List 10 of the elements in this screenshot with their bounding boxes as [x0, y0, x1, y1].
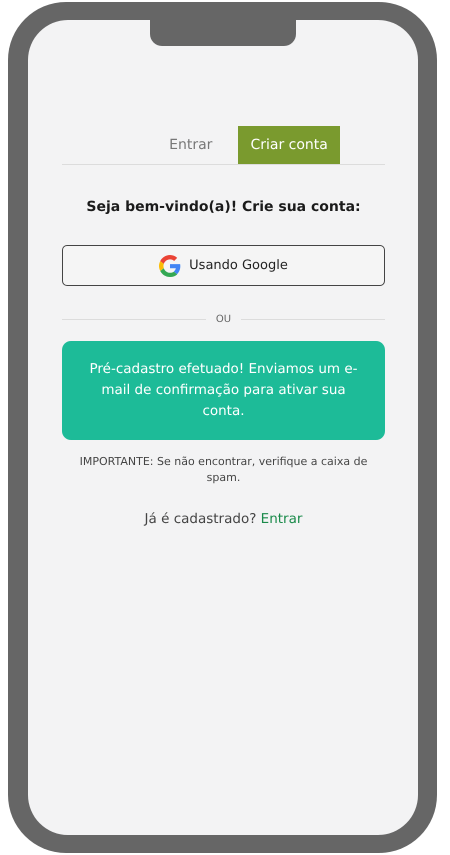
login-link[interactable]: Entrar — [260, 511, 302, 527]
tab[interactable]: Entrar — [147, 126, 234, 164]
google-icon — [159, 254, 182, 276]
google-button[interactable]: Usando Google — [62, 245, 385, 286]
spam-note: IMPORTANTE: Se não encontrar, verifique a caixa de spam. — [78, 454, 368, 486]
login-prompt: Já é cadastrado? Entrar — [142, 511, 304, 527]
tab[interactable]: Criar conta — [238, 126, 340, 164]
divider-label: OU — [216, 314, 232, 325]
heading: Seja bem-vindo(a)! Crie sua conta: — [85, 199, 362, 215]
success-alert: Pré-cadastro efetuado! Enviamos um e-mail de confirmação para ativar sua conta. — [62, 341, 385, 440]
